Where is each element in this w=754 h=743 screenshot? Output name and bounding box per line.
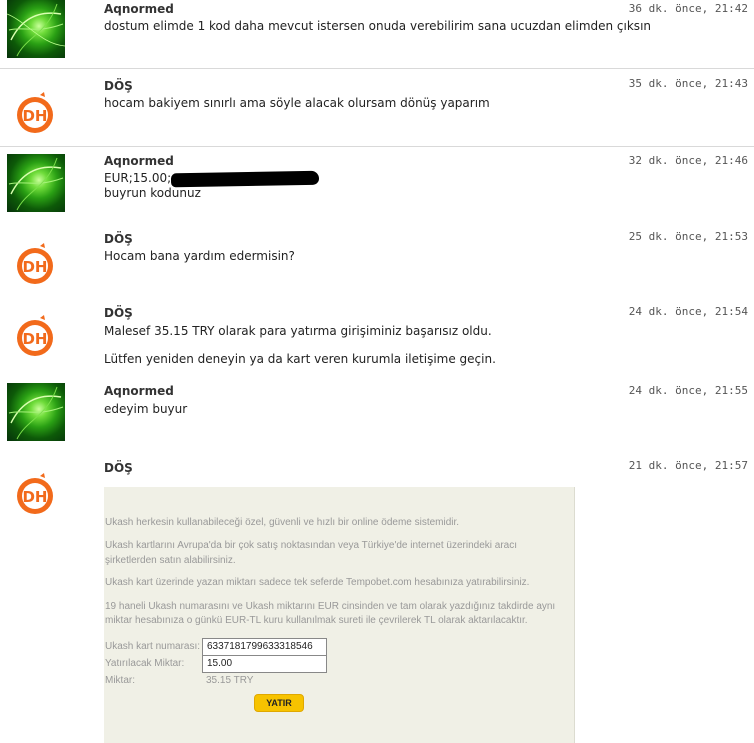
message-text: Hocam bana yardım edermisin? xyxy=(104,249,295,263)
ukash-deposit-panel: Ukash herkesin kullanabileceği özel, güv… xyxy=(104,487,575,743)
message-time: 21 dk. önce, 21:57 xyxy=(628,459,748,472)
message-item: Aqnormed 32 dk. önce, 21:46 EUR;15.00; b… xyxy=(0,147,754,227)
message-text: buyrun kodunuz xyxy=(104,186,201,200)
message-text: dostum elimde 1 kod daha mevcut istersen… xyxy=(104,19,652,33)
dh-orange-logo-icon[interactable]: DH xyxy=(7,465,65,523)
panel-text: Ukash kartlarını Avrupa'da bir çok satış… xyxy=(105,540,517,551)
svg-text:DH: DH xyxy=(22,488,47,506)
message-item: DH DÖŞ 35 dk. önce, 21:43 hocam bakiyem … xyxy=(0,69,754,147)
panel-text: Ukash herkesin kullanabileceği özel, güv… xyxy=(105,517,460,528)
message-item: DH DÖŞ 25 dk. önce, 21:53 Hocam bana yar… xyxy=(0,227,754,301)
message-text: EUR;15.00; xyxy=(104,170,320,187)
green-fractal-avatar-icon[interactable] xyxy=(7,383,65,441)
message-author[interactable]: DÖŞ xyxy=(104,306,133,320)
message-item: DH DÖŞ 21 dk. önce, 21:57 xyxy=(0,457,754,514)
message-time: 35 dk. önce, 21:43 xyxy=(628,77,748,90)
panel-text: miktar hesabınıza o günkü EUR-TL kuru ku… xyxy=(105,615,528,626)
svg-text:DH: DH xyxy=(22,330,47,348)
message-text: Malesef 35.15 TRY olarak para yatırma gi… xyxy=(104,324,492,338)
svg-text:DH: DH xyxy=(22,107,47,125)
message-author[interactable]: Aqnormed xyxy=(104,154,174,168)
message-item: Aqnormed 36 dk. önce, 21:42 dostum elimd… xyxy=(0,0,754,69)
green-fractal-avatar-icon[interactable] xyxy=(7,154,65,212)
total-label: Miktar: xyxy=(105,675,135,686)
message-time: 36 dk. önce, 21:42 xyxy=(628,2,748,15)
message-time: 25 dk. önce, 21:53 xyxy=(628,230,748,243)
amount-label: Yatırılacak Miktar: xyxy=(105,658,185,669)
message-item: DH DÖŞ 24 dk. önce, 21:54 Malesef 35.15 … xyxy=(0,301,754,381)
message-time: 32 dk. önce, 21:46 xyxy=(628,154,748,167)
message-time: 24 dk. önce, 21:54 xyxy=(628,305,748,318)
green-fractal-avatar-icon[interactable] xyxy=(7,0,65,58)
amount-input[interactable]: 15.00 xyxy=(202,655,327,673)
message-time: 24 dk. önce, 21:55 xyxy=(628,384,748,397)
panel-text: Ukash kart üzerinde yazan miktarı sadece… xyxy=(105,577,530,588)
dh-orange-logo-icon[interactable]: DH xyxy=(7,307,65,365)
panel-text: şirketlerden satın alabilirsiniz. xyxy=(105,555,236,566)
card-number-input[interactable]: 6337181799633318546 xyxy=(202,638,327,656)
svg-text:DH: DH xyxy=(22,258,47,276)
code-prefix: EUR;15.00; xyxy=(104,171,172,185)
message-text: Lütfen yeniden deneyin ya da kart veren … xyxy=(104,352,496,366)
message-text: hocam bakiyem sınırlı ama söyle alacak o… xyxy=(104,96,490,110)
dh-orange-logo-icon[interactable]: DH xyxy=(7,235,65,293)
dh-orange-logo-icon[interactable]: DH xyxy=(7,84,65,142)
message-author[interactable]: Aqnormed xyxy=(104,2,174,16)
deposit-submit-button[interactable]: YATIR xyxy=(254,694,304,712)
total-value: 35.15 TRY xyxy=(206,675,254,686)
message-author[interactable]: Aqnormed xyxy=(104,384,174,398)
card-number-label: Ukash kart numarası: xyxy=(105,641,201,652)
message-item: Aqnormed 24 dk. önce, 21:55 edeyim buyur xyxy=(0,381,754,457)
message-text: edeyim buyur xyxy=(104,402,188,416)
message-author[interactable]: DÖŞ xyxy=(104,232,133,246)
message-author[interactable]: DÖŞ xyxy=(104,461,133,475)
panel-text: 19 haneli Ukash numarasını ve Ukash mikt… xyxy=(105,601,556,612)
message-author[interactable]: DÖŞ xyxy=(104,79,133,93)
